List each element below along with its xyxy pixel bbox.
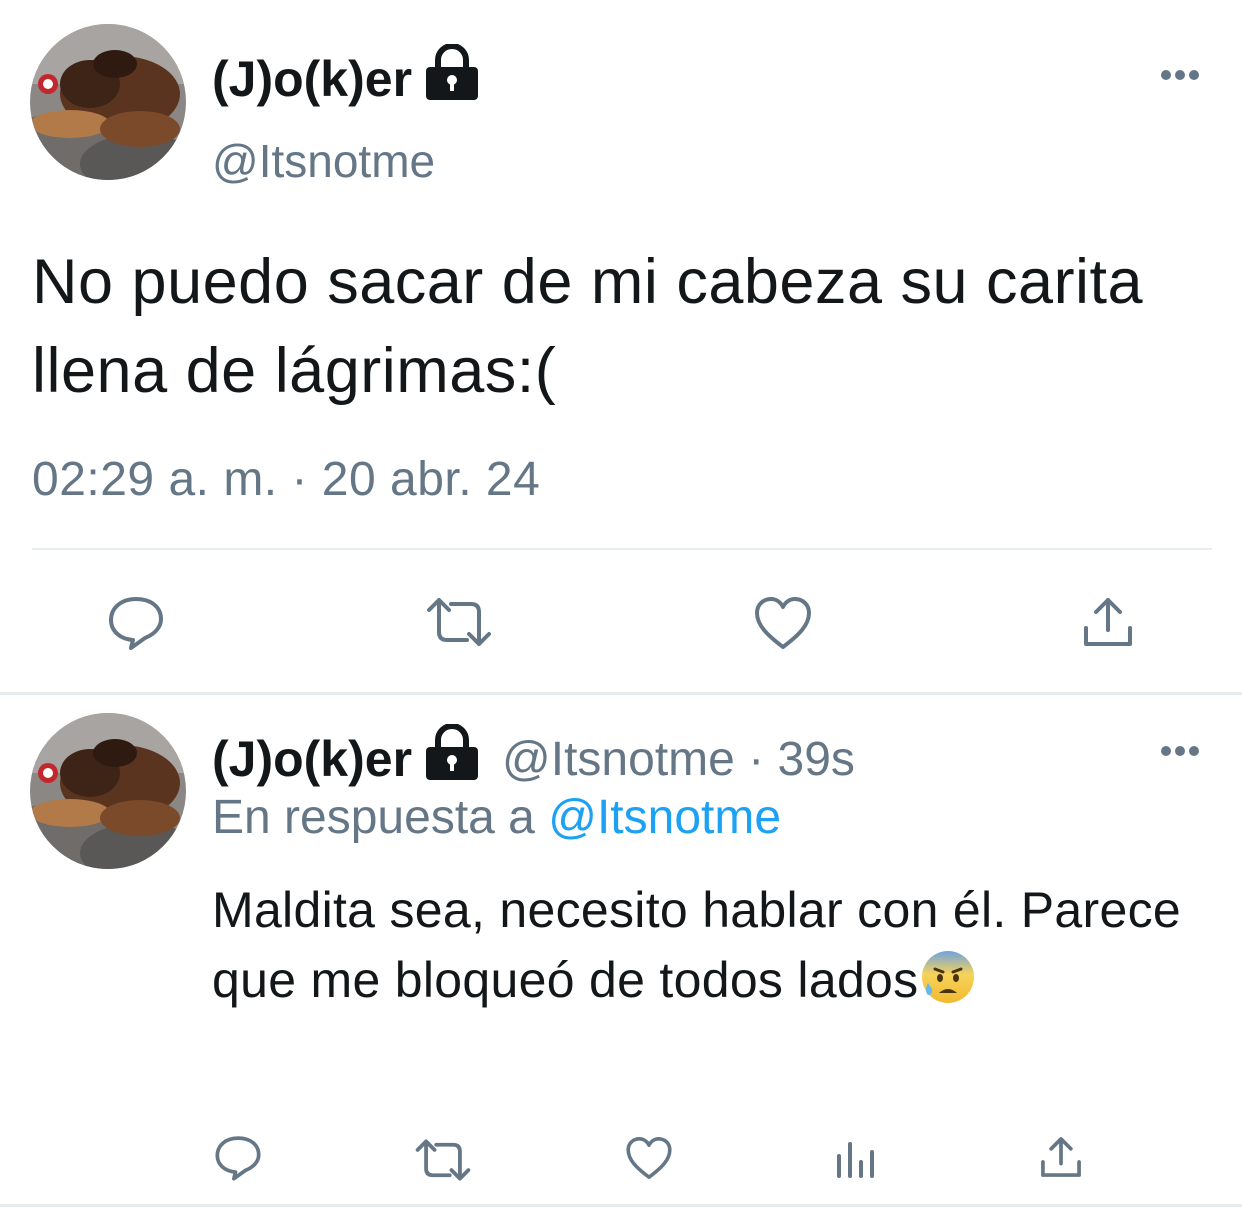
retweet-icon[interactable] <box>425 596 493 648</box>
avatar[interactable] <box>30 24 186 180</box>
more-icon[interactable] <box>1160 744 1200 756</box>
divider <box>32 548 1212 550</box>
reply-icon[interactable] <box>107 595 165 651</box>
author-name-text[interactable]: (J)o(k)er <box>212 50 412 108</box>
lock-icon <box>424 723 480 794</box>
author-name[interactable]: (J)o(k)er <box>212 723 480 794</box>
tweet-timestamp[interactable]: 02:29 a. m. · 20 abr. 24 <box>32 452 540 507</box>
separator: · <box>748 732 765 786</box>
divider <box>0 1204 1242 1207</box>
analytics-icon[interactable] <box>834 1138 878 1182</box>
tweet-age[interactable]: 39s <box>778 733 855 786</box>
heart-icon[interactable] <box>625 1135 673 1181</box>
divider <box>0 692 1242 695</box>
retweet-icon[interactable] <box>414 1138 472 1182</box>
heart-icon[interactable] <box>753 595 813 651</box>
avatar[interactable] <box>30 713 186 869</box>
author-handle[interactable]: @Itsnotme <box>212 134 435 188</box>
author-name-text[interactable]: (J)o(k)er <box>212 730 412 788</box>
mention-link[interactable]: @Itsnotme <box>548 791 781 844</box>
author-handle[interactable]: @Itsnotme · 39s <box>502 732 855 787</box>
reply-text-body: Maldita sea, necesito hablar con él. Par… <box>212 882 1182 1008</box>
tweet-text: No puedo sacar de mi cabeza su carita ll… <box>32 247 1144 406</box>
author-name[interactable]: (J)o(k)er <box>212 43 480 114</box>
share-icon[interactable] <box>1038 1134 1084 1180</box>
more-icon[interactable] <box>1160 68 1200 80</box>
reply-icon[interactable] <box>214 1134 262 1182</box>
reply-text: Maldita sea, necesito hablar con él. Par… <box>212 875 1202 1015</box>
author-handle-text[interactable]: @Itsnotme <box>502 733 735 786</box>
replying-prefix: En respuesta a <box>212 791 535 844</box>
reply-header: (J)o(k)er @Itsnotme · 39s <box>212 723 855 794</box>
share-icon[interactable] <box>1080 594 1136 650</box>
replying-to: En respuesta a @Itsnotme <box>212 790 781 845</box>
anxious-face-with-sweat-icon <box>920 949 976 1005</box>
lock-icon <box>424 43 480 114</box>
